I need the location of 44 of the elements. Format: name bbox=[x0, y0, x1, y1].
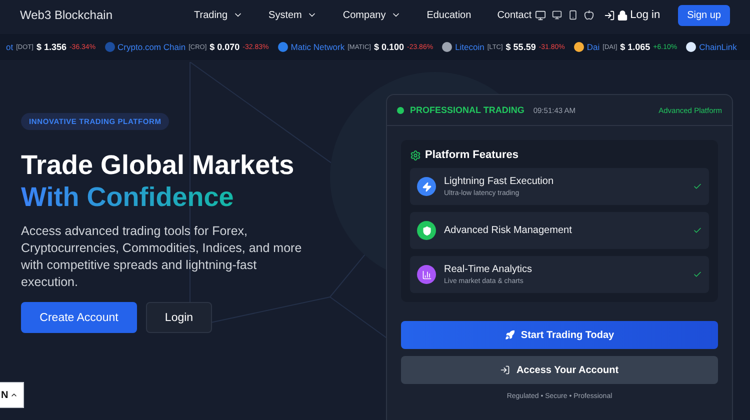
nav-link[interactable]: Education bbox=[426, 10, 472, 20]
login-link[interactable]: Log in bbox=[604, 9, 660, 21]
nav-link[interactable]: Contact bbox=[497, 10, 532, 20]
phone-icon[interactable] bbox=[568, 10, 578, 20]
bar-chart-icon bbox=[422, 270, 432, 280]
start-trading-button[interactable]: Start Trading Today bbox=[401, 321, 718, 349]
language-selector[interactable]: N bbox=[0, 382, 24, 408]
coin-name[interactable]: Litecoin bbox=[455, 42, 484, 52]
create-account-button[interactable]: Create Account bbox=[21, 302, 137, 333]
sign-in-icon bbox=[500, 365, 510, 375]
coin-name[interactable]: ChainLink bbox=[699, 42, 737, 52]
coin-price: $ 0.070 bbox=[210, 42, 240, 52]
coin-price: $ 55.59 bbox=[506, 42, 536, 52]
lightning-icon bbox=[422, 182, 432, 192]
coin-name[interactable]: Matic Network bbox=[290, 42, 345, 52]
nav-link[interactable]: Company bbox=[342, 10, 401, 20]
coin-name[interactable]: Crypto.com Chain bbox=[118, 42, 186, 52]
apple-icon[interactable] bbox=[584, 10, 594, 20]
nav-link[interactable]: System bbox=[268, 10, 317, 20]
status-dot bbox=[397, 106, 404, 114]
coin-price: $ 1.356 bbox=[36, 42, 66, 52]
login-button[interactable]: Login bbox=[146, 302, 212, 333]
coin-name[interactable]: ot bbox=[6, 42, 14, 52]
coin-name[interactable]: Dai bbox=[586, 42, 600, 52]
gears-icon bbox=[410, 150, 421, 160]
login-arrow-icon bbox=[604, 10, 616, 20]
brand-name[interactable]: Web3 Blockchain bbox=[20, 8, 170, 22]
hero-description: Access advanced trading tools for Forex, Cryptocurrencies, Commodities, Indices, and more with competitive spreads and lightning-fast execution. bbox=[21, 223, 303, 291]
shield-icon bbox=[422, 226, 432, 236]
feature-title: Advanced Risk Management bbox=[444, 225, 573, 236]
nav-link[interactable]: Trading bbox=[194, 10, 243, 20]
desktop-icon[interactable] bbox=[535, 10, 546, 20]
coin-price: $ 1.065 bbox=[620, 42, 650, 52]
lock-icon bbox=[617, 10, 628, 20]
sign-up-button[interactable]: Sign up bbox=[678, 4, 730, 26]
rocket-icon bbox=[504, 330, 515, 340]
feature-title: Lightning Fast Execution bbox=[444, 176, 555, 187]
chevron-up-icon bbox=[10, 391, 18, 399]
coin-price: $ 0.100 bbox=[374, 42, 404, 52]
status-label: PROFESSIONAL TRADING bbox=[410, 105, 524, 115]
feature-title: Real-Time Analytics bbox=[444, 264, 533, 275]
features-title: Platform Features bbox=[425, 149, 519, 161]
hero-title: Trade Global Markets bbox=[21, 149, 294, 181]
access-account-button[interactable]: Access Your Account bbox=[401, 356, 718, 384]
